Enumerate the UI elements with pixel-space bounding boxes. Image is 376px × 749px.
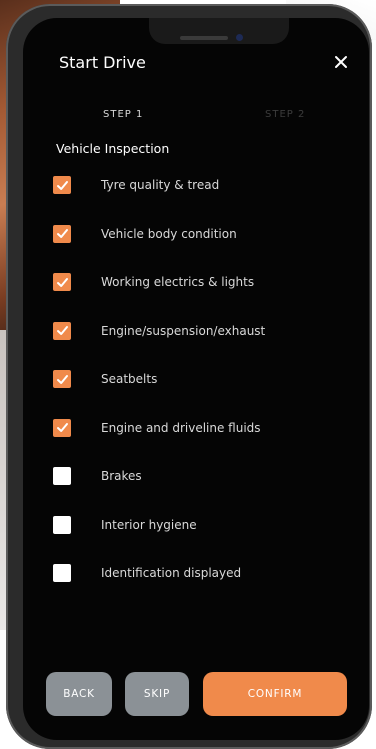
phone-frame: Start Drive STEP 1 STEP 2 Vehicle Inspec… [6,4,372,749]
section-title: Vehicle Inspection [56,141,170,156]
checkbox-unchecked[interactable] [53,467,71,485]
checklist-item[interactable]: Tyre quality & tread [53,170,343,200]
check-icon [56,277,68,287]
checklist-item-label: Engine and driveline fluids [101,420,261,435]
check-icon [56,229,68,238]
check-icon [56,374,68,384]
checkbox-checked[interactable] [53,418,71,437]
camera-icon [236,34,243,41]
checklist-item-label: Vehicle body condition [101,226,237,241]
phone-notch [149,18,289,44]
checklist-item[interactable]: Interior hygiene [53,510,343,540]
close-button[interactable] [329,50,353,74]
check-icon [56,180,68,190]
checklist-item[interactable]: Seatbelts [53,364,343,394]
checklist-item[interactable]: Working electrics & lights [53,267,343,297]
checklist-item-label: Working electrics & lights [101,275,255,289]
back-button[interactable]: BACK [46,672,112,716]
checklist-item-label: Engine/suspension/exhaust [101,323,266,338]
checklist-item[interactable]: Engine and driveline fluids [53,413,343,443]
checklist-item-label: Seatbelts [101,372,158,386]
check-icon [56,326,68,335]
checklist-item-label: Interior hygiene [101,517,197,532]
checklist-item-label: Tyre quality & tread [101,178,220,192]
checklist-item[interactable]: Vehicle body condition [53,219,343,249]
checkbox-checked[interactable] [53,273,71,291]
phone-speaker [180,36,228,40]
checklist-item[interactable]: Identification displayed [53,558,343,588]
checklist-item-label: Brakes [101,469,142,483]
step-1-indicator[interactable]: STEP 1 [103,109,143,120]
close-icon [335,56,347,68]
checkbox-checked[interactable] [53,370,71,388]
checklist-item[interactable]: Brakes [53,461,343,491]
checkbox-unchecked[interactable] [53,515,71,534]
step-2-indicator[interactable]: STEP 2 [265,109,305,120]
phone-screen: Start Drive STEP 1 STEP 2 Vehicle Inspec… [23,18,369,740]
checkbox-checked[interactable] [53,176,71,194]
check-icon [56,423,68,432]
checklist-item[interactable]: Engine/suspension/exhaust [53,316,343,346]
checklist-item-label: Identification displayed [101,566,242,580]
confirm-button[interactable]: CONFIRM [203,672,347,716]
page-title: Start Drive [59,53,146,72]
checkbox-checked[interactable] [53,224,71,243]
checkbox-unchecked[interactable] [53,564,71,582]
skip-button[interactable]: SKIP [125,672,189,716]
checkbox-checked[interactable] [53,321,71,340]
